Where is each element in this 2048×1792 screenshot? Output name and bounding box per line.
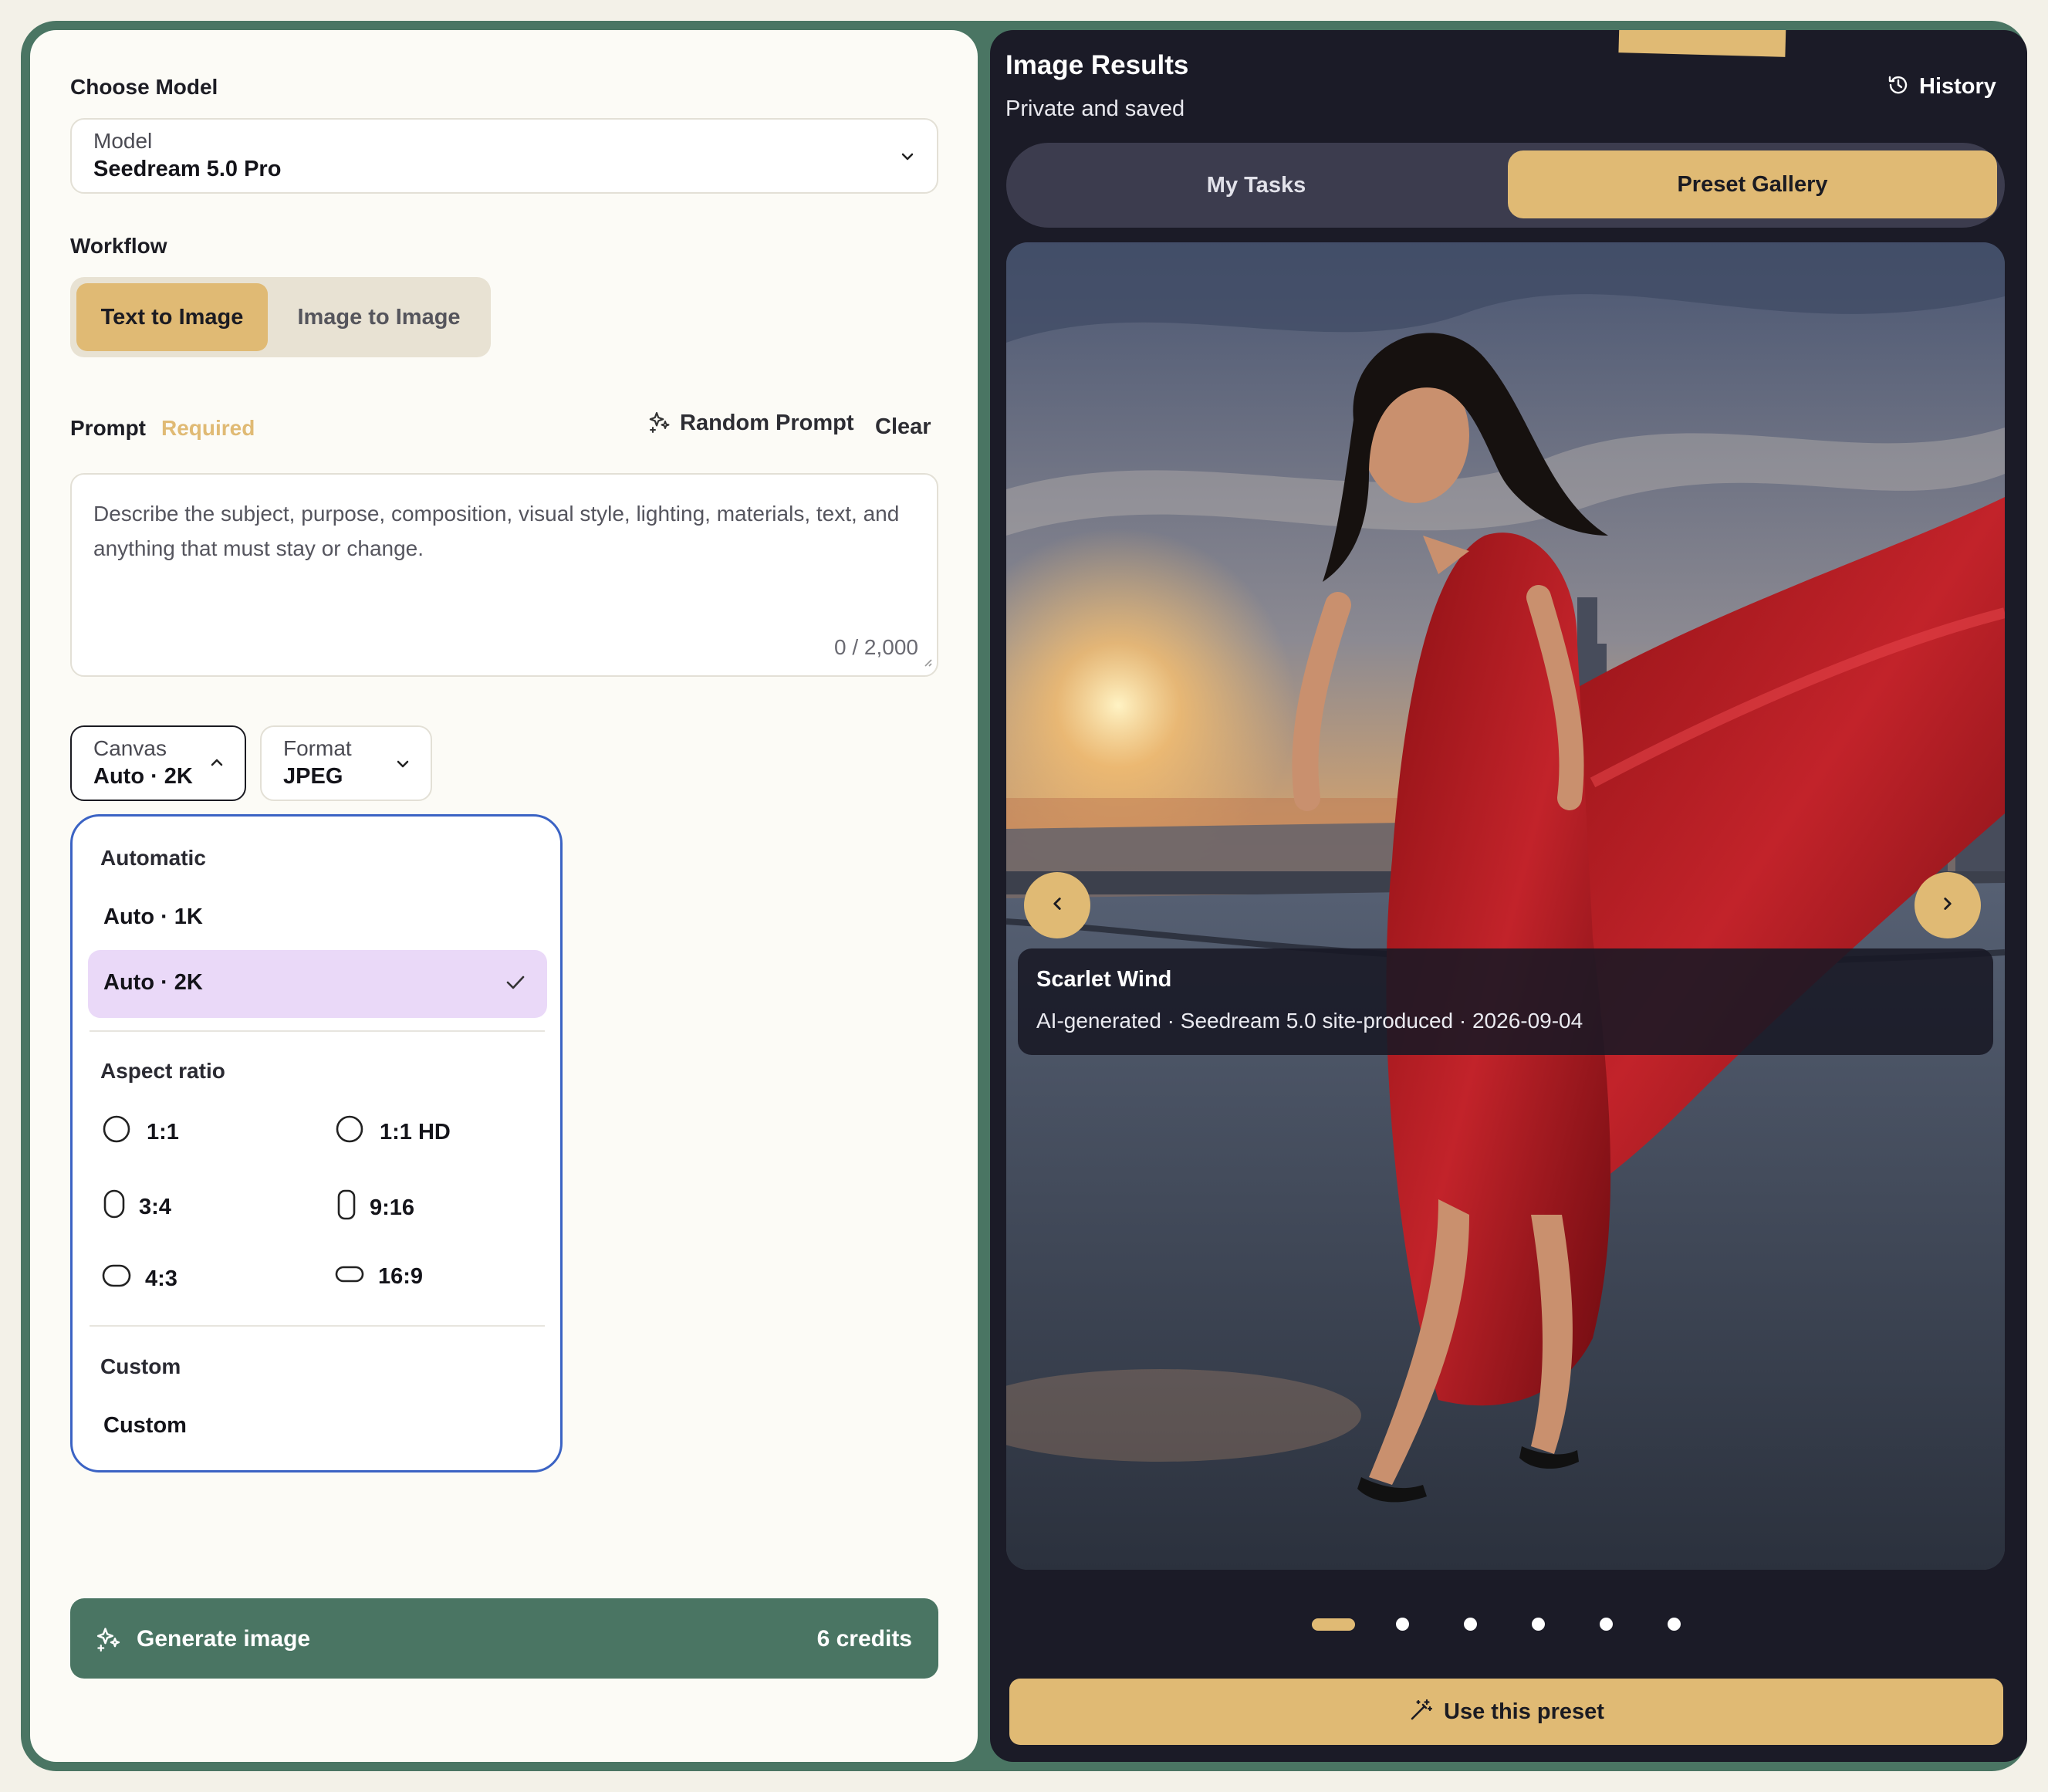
- use-preset-button[interactable]: Use this preset: [1009, 1679, 2003, 1745]
- prompt-input[interactable]: Describe the subject, purpose, compositi…: [70, 473, 938, 677]
- workflow-label: Workflow: [70, 234, 167, 258]
- generate-label: Generate image: [137, 1626, 311, 1652]
- credits-badge: 6 credits: [816, 1626, 912, 1652]
- format-label: Format: [283, 736, 352, 760]
- chevron-left-icon: [1047, 894, 1067, 918]
- clear-button[interactable]: Clear: [875, 414, 931, 440]
- format-value: JPEG: [283, 764, 343, 789]
- carousel-dot[interactable]: [1600, 1618, 1613, 1631]
- preset-photo-illustration: [1006, 242, 2005, 1570]
- format-select[interactable]: Format JPEG: [260, 725, 432, 801]
- history-button[interactable]: History: [1887, 73, 1996, 100]
- prompt-placeholder: Describe the subject, purpose, compositi…: [93, 502, 900, 560]
- model-value: Seedream 5.0 Pro: [93, 157, 282, 181]
- ratio-3-4[interactable]: 3:4: [103, 1189, 171, 1225]
- char-counter: 0 / 2,000: [834, 635, 918, 659]
- chevron-down-icon: [394, 755, 412, 773]
- resize-handle-icon[interactable]: [921, 656, 932, 671]
- option-auto-2k[interactable]: Auto · 2K: [88, 950, 547, 1018]
- square-ratio-icon: [335, 1114, 364, 1150]
- magic-wand-icon: [1408, 1698, 1433, 1726]
- sparkle-icon: [649, 410, 671, 437]
- divider: [90, 1325, 545, 1327]
- ratio-label: 1:1 HD: [380, 1119, 451, 1145]
- carousel-dot[interactable]: [1532, 1618, 1545, 1631]
- history-label: History: [1919, 74, 1996, 99]
- tab-preset-gallery[interactable]: Preset Gallery: [1508, 150, 1997, 218]
- canvas-dropdown: Automatic Auto · 1K Auto · 2K Aspect rat…: [70, 814, 563, 1472]
- option-auto-2k-label: Auto · 2K: [103, 970, 203, 995]
- ratio-9-16[interactable]: 9:16: [337, 1189, 414, 1226]
- canvas-label: Canvas: [93, 736, 167, 760]
- landscape-ratio-icon: [102, 1264, 131, 1293]
- choose-model-label: Choose Model: [70, 75, 218, 99]
- tab-text-to-image[interactable]: Text to Image: [76, 283, 268, 351]
- canvas-select[interactable]: Canvas Auto · 2K: [70, 725, 246, 801]
- preset-meta: AI-generated · Seedream 5.0 site-produce…: [1036, 1009, 1583, 1033]
- results-panel: Image Results Private and saved History …: [990, 30, 2027, 1762]
- ratio-1-1[interactable]: 1:1: [102, 1114, 179, 1150]
- chevron-down-icon: [898, 147, 917, 166]
- ratio-label: 1:1: [147, 1119, 179, 1145]
- aspect-ratio-heading: Aspect ratio: [100, 1059, 225, 1083]
- tab-my-tasks[interactable]: My Tasks: [1006, 143, 1506, 228]
- tab-image-to-image[interactable]: Image to Image: [272, 283, 485, 351]
- custom-heading: Custom: [100, 1354, 181, 1378]
- option-custom[interactable]: Custom: [103, 1413, 187, 1439]
- option-auto-1k[interactable]: Auto · 1K: [103, 904, 203, 930]
- carousel-dot[interactable]: [1396, 1618, 1409, 1631]
- carousel-prev-button[interactable]: [1024, 872, 1090, 938]
- sparkle-icon: [96, 1625, 121, 1655]
- chevron-up-icon: [208, 753, 226, 772]
- page-subtitle: Private and saved: [1005, 96, 1185, 121]
- workflow-toggle: Text to Image Image to Image: [70, 277, 491, 357]
- preset-caption: Scarlet Wind AI-generated · Seedream 5.0…: [1018, 948, 1993, 1055]
- portrait-ratio-icon: [103, 1189, 125, 1225]
- model-select[interactable]: Model Seedream 5.0 Pro: [70, 118, 938, 194]
- ratio-16-9[interactable]: 16:9: [335, 1264, 423, 1290]
- automatic-heading: Automatic: [100, 846, 206, 870]
- random-prompt-label: Random Prompt: [680, 411, 854, 435]
- ratio-label: 4:3: [145, 1266, 177, 1291]
- ratio-4-3[interactable]: 4:3: [102, 1264, 177, 1293]
- carousel-dot[interactable]: [1464, 1618, 1477, 1631]
- required-badge: Required: [161, 416, 255, 440]
- chevron-right-icon: [1938, 894, 1958, 918]
- carousel-next-button[interactable]: [1915, 872, 1981, 938]
- tape-decoration: [1618, 30, 1786, 57]
- ratio-1-1-hd[interactable]: 1:1 HD: [335, 1114, 451, 1150]
- prompt-label: Prompt: [70, 416, 146, 440]
- page-title: Image Results: [1005, 50, 1189, 80]
- carousel-dot-active[interactable]: [1312, 1618, 1355, 1631]
- tall-ratio-icon: [337, 1189, 356, 1226]
- wide-ratio-icon: [335, 1264, 364, 1290]
- preset-image: Scarlet Wind AI-generated · Seedream 5.0…: [1006, 242, 2005, 1570]
- result-tabs: My Tasks Preset Gallery: [1006, 143, 2005, 228]
- ratio-label: 3:4: [139, 1194, 171, 1219]
- model-label: Model: [93, 129, 153, 153]
- square-ratio-icon: [102, 1114, 131, 1150]
- ratio-label: 16:9: [378, 1264, 424, 1289]
- carousel-dot[interactable]: [1668, 1618, 1681, 1631]
- random-prompt-button[interactable]: Random Prompt: [649, 410, 854, 437]
- divider: [90, 1030, 545, 1032]
- generate-image-button[interactable]: Generate image 6 credits: [70, 1598, 938, 1679]
- use-preset-label: Use this preset: [1444, 1699, 1604, 1724]
- preset-title: Scarlet Wind: [1036, 967, 1172, 992]
- history-icon: [1887, 73, 1910, 100]
- check-icon: [505, 973, 526, 996]
- canvas-value: Auto · 2K: [93, 764, 193, 789]
- ratio-label: 9:16: [370, 1195, 415, 1220]
